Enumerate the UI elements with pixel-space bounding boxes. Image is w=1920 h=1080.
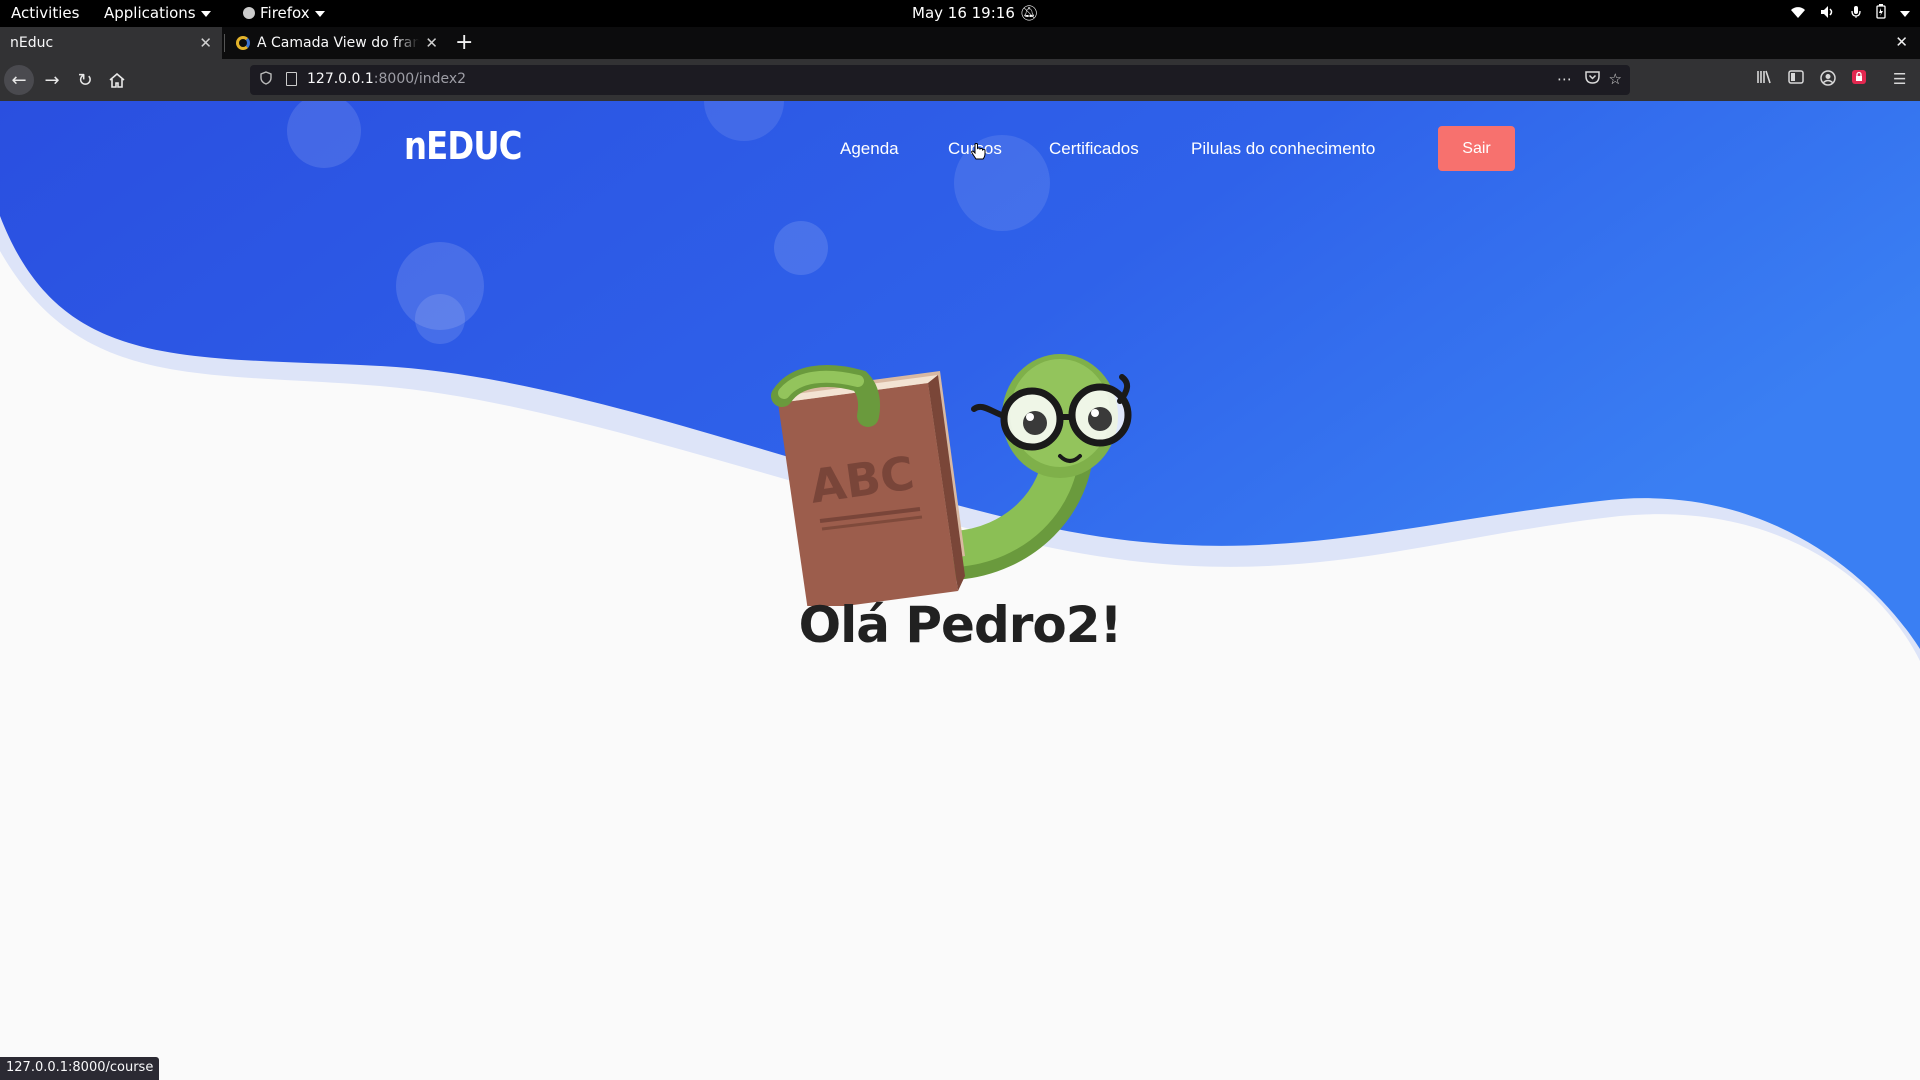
bookworm-mascot-illustration: ABC xyxy=(771,354,1132,606)
back-button[interactable]: ← xyxy=(4,65,34,95)
extension-icon[interactable] xyxy=(1852,70,1866,88)
home-button[interactable] xyxy=(102,65,132,95)
tab-neduc[interactable]: nEduc ✕ xyxy=(0,27,222,59)
url-bar[interactable]: 127.0.0.1:8000/index2 ⋯ ☆ xyxy=(250,65,1630,95)
page-viewport: nEDUC Agenda Cursos Certificados Pilulas… xyxy=(0,101,1920,1080)
pocket-icon[interactable] xyxy=(1585,70,1600,88)
notifications-off-icon: 🔕︎ xyxy=(1019,4,1039,22)
forward-button[interactable]: → xyxy=(37,65,67,95)
tab-title: nEduc xyxy=(10,35,54,51)
reload-button[interactable]: ↻ xyxy=(70,65,100,95)
datetime-label: May 16 19:16 xyxy=(912,4,1015,22)
chevron-down-icon xyxy=(314,10,325,17)
library-icon[interactable] xyxy=(1756,70,1772,88)
home-icon xyxy=(109,72,125,88)
new-tab-button[interactable]: + xyxy=(455,30,473,55)
os-top-bar: Activities Applications Firefox May 16 1… xyxy=(0,0,1920,27)
microphone-icon xyxy=(1850,5,1862,23)
applications-menu[interactable]: Applications xyxy=(104,4,211,22)
reload-icon: ↻ xyxy=(77,69,93,91)
tab-title: A Camada View do frame xyxy=(257,35,420,51)
volume-icon xyxy=(1820,5,1836,23)
close-tab-icon[interactable]: ✕ xyxy=(199,34,212,52)
link-status-bar: 127.0.0.1:8000/course xyxy=(0,1057,160,1080)
hand-cursor-icon xyxy=(971,143,986,160)
chevron-down-icon xyxy=(1900,10,1910,17)
nav-link-agenda[interactable]: Agenda xyxy=(840,139,899,159)
firefox-app-menu[interactable]: Firefox xyxy=(243,4,325,22)
tab-strip: nEduc ✕ A Camada View do frame ✕ + ✕ xyxy=(0,27,1920,59)
sidebar-icon[interactable] xyxy=(1788,70,1804,88)
nav-link-certificados[interactable]: Certificados xyxy=(1049,139,1139,159)
tab-divider xyxy=(224,34,225,52)
arrow-right-icon: → xyxy=(44,69,60,91)
url-text[interactable]: 127.0.0.1:8000/index2 xyxy=(307,71,466,87)
bookmark-star-icon[interactable]: ☆ xyxy=(1609,70,1622,88)
page-info-icon[interactable] xyxy=(286,72,297,86)
tab-camada-view[interactable]: A Camada View do frame ✕ xyxy=(226,27,448,59)
close-tab-icon[interactable]: ✕ xyxy=(425,34,438,52)
firefox-icon xyxy=(243,7,255,19)
arrow-left-icon: ← xyxy=(11,69,27,91)
account-icon[interactable] xyxy=(1820,70,1836,90)
app-name-label: Firefox xyxy=(260,4,310,22)
greeting-heading: Olá Pedro2! xyxy=(798,596,1123,654)
page-actions-icon[interactable]: ⋯ xyxy=(1557,70,1572,88)
navigation-bar: ← → ↻ 127.0.0.1:8000/index2 ⋯ ☆ ☰ xyxy=(0,59,1920,101)
window-close-icon[interactable]: ✕ xyxy=(1895,33,1908,51)
chevron-down-icon xyxy=(200,10,211,17)
tracking-shield-icon[interactable] xyxy=(260,71,272,85)
applications-label: Applications xyxy=(104,4,196,22)
wifi-icon xyxy=(1790,5,1806,23)
url-path: :8000/index2 xyxy=(373,71,467,87)
system-tray[interactable] xyxy=(1790,4,1910,23)
site-favicon-icon xyxy=(236,36,250,50)
logout-button[interactable]: Sair xyxy=(1438,126,1515,171)
url-host: 127.0.0.1 xyxy=(307,71,374,87)
site-logo[interactable]: nEDUC xyxy=(404,124,522,168)
activities-button[interactable]: Activities xyxy=(11,4,79,22)
hamburger-menu-icon[interactable]: ☰ xyxy=(1893,70,1906,88)
battery-icon xyxy=(1876,4,1886,23)
nav-link-pilulas[interactable]: Pilulas do conhecimento xyxy=(1191,139,1375,159)
clock[interactable]: May 16 19:16 🔕︎ xyxy=(912,4,1039,22)
